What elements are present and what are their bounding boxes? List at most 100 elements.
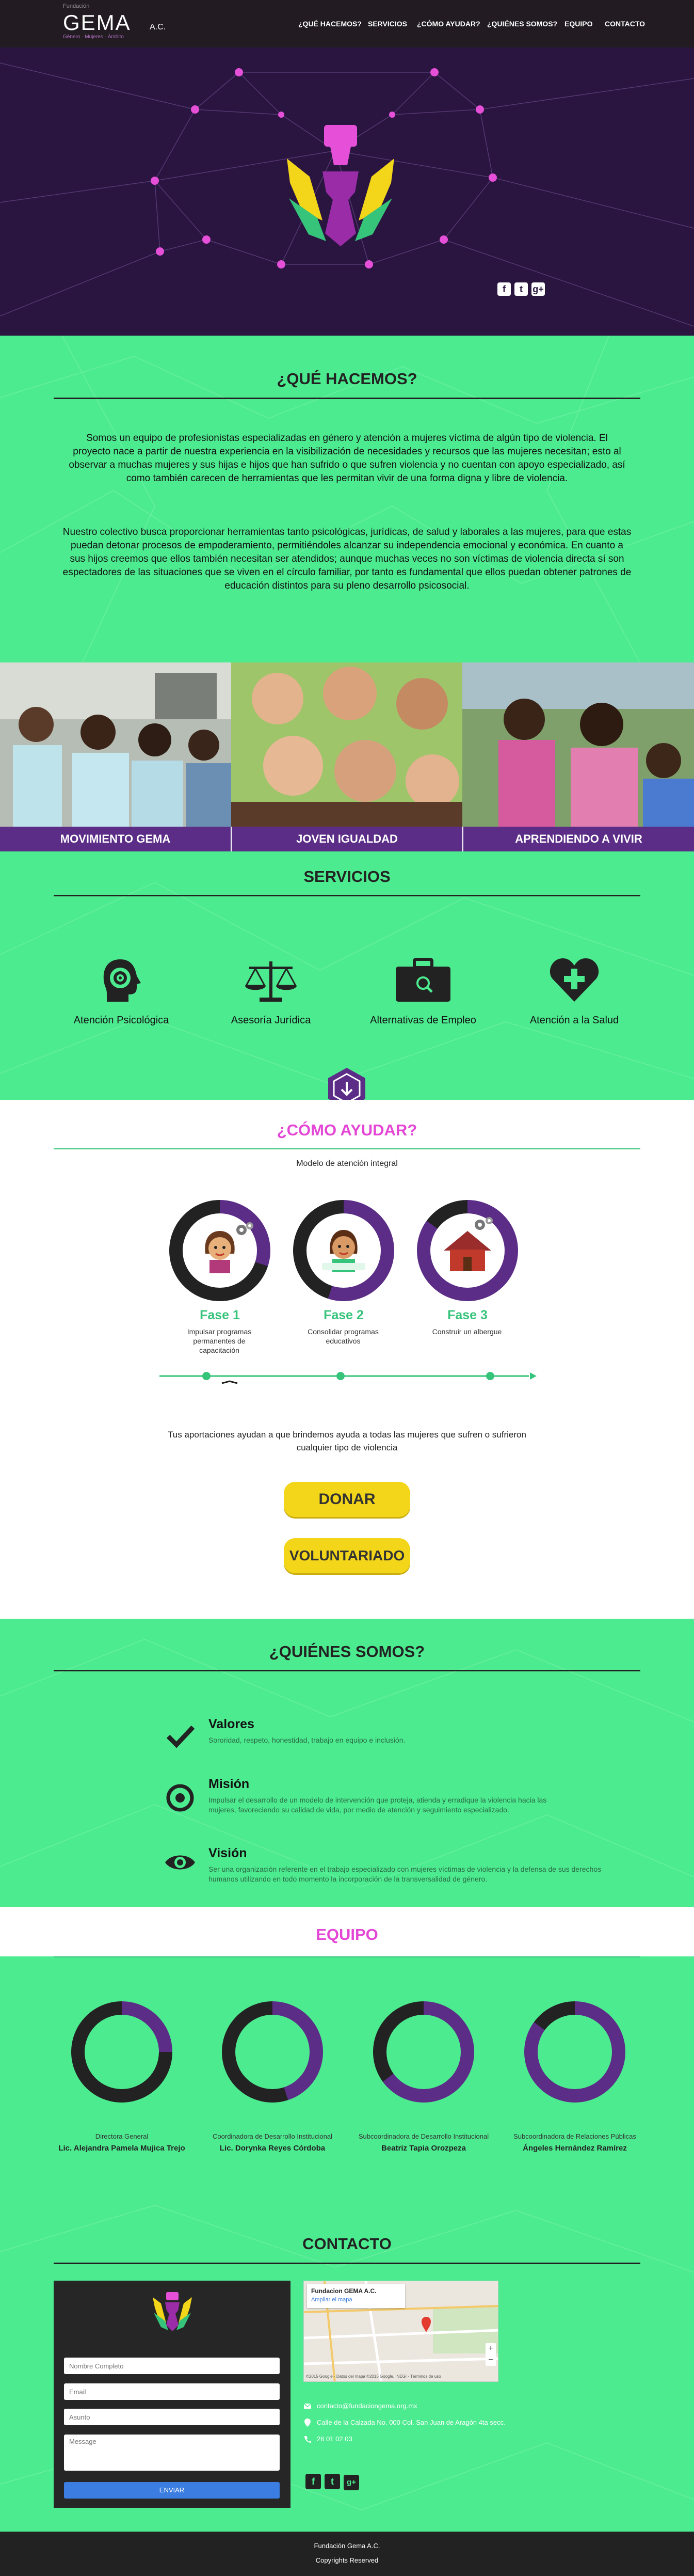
contact-social-links: f t g+ — [305, 2474, 363, 2490]
map-zoom-controls[interactable]: + − — [486, 2343, 496, 2366]
gears-icon — [236, 1222, 253, 1235]
valores-title: Valores — [208, 1717, 254, 1731]
member-2-role: Coordinadora de Desarrollo Institucional — [213, 2132, 332, 2140]
facebook-icon[interactable]: f — [305, 2474, 321, 2489]
house-icon — [444, 1231, 491, 1271]
donar-button[interactable]: DONAR — [284, 1482, 410, 1517]
como-ayudar-subtitle: Modelo de atención integral — [296, 1159, 398, 1168]
contact-phone: 26 01 02 03 — [317, 2435, 352, 2443]
section-servicios: SERVICIOS Atención Psicológica Asesoría … — [0, 851, 694, 1100]
hero-banner: f t g+ — [0, 48, 694, 336]
fase-2-desc: Consolidar programas educativos — [308, 1327, 379, 1345]
briefcase-icon[interactable] — [395, 957, 451, 1003]
program-label-1[interactable]: MOVIMIENTO GEMA — [0, 827, 231, 851]
member-1-photo-ring — [71, 2001, 172, 2103]
section-quienes-somos: ¿QUIÉNES SOMOS? Valores Sororidad, respe… — [0, 1619, 694, 1907]
checkmark-icon — [166, 1725, 195, 1748]
map-enlarge-link[interactable]: Ampliar el mapa — [311, 2297, 401, 2303]
que-hacemos-paragraph-1: Somos un equipo de profesionistas especi… — [69, 433, 625, 484]
que-hacemos-title: ¿QUÉ HACEMOS? — [277, 370, 417, 388]
nav-contacto[interactable]: CONTACTO — [605, 20, 645, 28]
valores-text: Sororidad, respeto, honestidad, trabajo … — [208, 1736, 406, 1744]
member-3-name: Beatriz Tapia Orozpeza — [381, 2144, 466, 2153]
submit-button[interactable]: ENVIAR — [64, 2482, 280, 2499]
member-3-photo-ring — [373, 2001, 474, 2103]
mail-icon — [303, 2403, 312, 2409]
group-photo-image — [0, 662, 231, 827]
title-divider — [54, 895, 640, 896]
fase-1-ring — [169, 1200, 270, 1301]
program-label-3[interactable]: APRENDIENDO A VIVIR — [463, 827, 694, 851]
hero-social-links: f t g+ — [497, 282, 548, 296]
section-que-hacemos: ¿QUÉ HACEMOS? Somos un equipo de profesi… — [0, 336, 694, 662]
service-label-juridica: Asesoría Jurídica — [231, 1015, 311, 1026]
member-1-name: Lic. Alejandra Pamela Mujica Trejo — [58, 2144, 185, 2153]
member-2-name: Lic. Dorynka Reyes Córdoba — [219, 2144, 326, 2153]
location-pin-icon — [304, 2419, 311, 2427]
fase-2-ring — [293, 1200, 394, 1301]
twitter-icon[interactable]: t — [325, 2474, 340, 2489]
nav-equipo[interactable]: EQUIPO — [564, 20, 592, 28]
map-info-card: Fundacion GEMA A.C. Ampliar el mapa — [307, 2284, 405, 2308]
fase-3-ring — [417, 1200, 518, 1301]
logo-ac: A.C. — [150, 23, 166, 31]
nav-como-ayudar[interactable]: ¿CÓMO AYUDAR? — [417, 20, 480, 28]
message-textarea[interactable] — [64, 2435, 280, 2471]
gema-emblem — [287, 125, 394, 246]
servicios-title: SERVICIOS — [303, 867, 391, 886]
service-label-empleo: Alternativas de Empleo — [370, 1015, 476, 1026]
title-divider — [54, 1956, 640, 1957]
name-input[interactable] — [64, 2358, 280, 2374]
vision-text: Ser una organización referente en el tra… — [208, 1865, 602, 1883]
logo-small-text: Fundación — [63, 3, 90, 9]
fase-3-desc: Construir un albergue — [432, 1327, 502, 1336]
service-label-salud: Atención a la Salud — [529, 1015, 619, 1026]
title-divider — [54, 1148, 640, 1149]
nav-quienes-somos[interactable]: ¿QUIÉNES SOMOS? — [487, 20, 557, 28]
background-pattern — [0, 1639, 694, 1888]
footer-copyright: Copyrights Reserved — [315, 2556, 379, 2564]
footer-org-name: Fundación Gema A.C. — [314, 2542, 380, 2550]
member-4-role: Subcoordinadora de Relaciones Públicas — [513, 2132, 636, 2140]
como-ayudar-title: ¿CÓMO AYUDAR? — [277, 1121, 417, 1139]
equipo-title: EQUIPO — [316, 1925, 378, 1943]
subject-input[interactable] — [64, 2409, 280, 2425]
family-photo-image — [462, 662, 694, 827]
nav-servicios[interactable]: SERVICIOS — [368, 20, 407, 28]
head-spiral-icon[interactable] — [101, 957, 142, 1003]
googleplus-icon[interactable]: g+ — [531, 282, 545, 296]
mision-title: Misión — [208, 1777, 250, 1791]
map-embed[interactable]: Fundacion GEMA A.C. Ampliar el mapa ©201… — [303, 2281, 498, 2382]
email-input[interactable] — [64, 2383, 280, 2400]
member-1-role: Directora General — [95, 2132, 149, 2140]
footer: Fundación Gema A.C. Copyrights Reserved — [0, 2532, 694, 2576]
section-contacto: CONTACTO ENVIAR — [0, 2195, 694, 2532]
heart-plus-icon[interactable] — [550, 957, 599, 1003]
fase-3-title: Fase 3 — [447, 1308, 488, 1322]
program-label-2[interactable]: JOVEN IGUALDAD — [232, 827, 462, 851]
network-graphic — [0, 62, 694, 327]
member-2-photo-ring — [222, 2001, 323, 2103]
map-credits: ©2015 Google · Datos del mapa ©2015 Goog… — [306, 2374, 441, 2379]
gears-icon — [475, 1217, 493, 1230]
contact-email[interactable]: contacto@fundaciongema.org.mx — [317, 2402, 417, 2410]
logo-tagline: Género · Mujeres · Ámbito — [63, 34, 124, 40]
contacto-title: CONTACTO — [302, 2235, 392, 2253]
scales-icon[interactable] — [245, 957, 297, 1003]
mision-text: Impulsar el desarrollo de un modelo de i… — [208, 1796, 547, 1814]
top-navigation-bar: Fundación GEMA A.C. Género · Mujeres · Á… — [0, 0, 694, 48]
contact-address: Calle de la Calzada No. 000 Col. San Jua… — [317, 2419, 506, 2426]
section-equipo: EQUIPO Directora General Coordinadora de… — [0, 1907, 694, 2195]
title-divider — [54, 2263, 640, 2264]
fase-1-title: Fase 1 — [200, 1308, 240, 1322]
target-icon — [166, 1784, 194, 1812]
logo-wordmark[interactable]: GEMA — [63, 10, 131, 35]
member-4-name: Ángeles Hernández Ramírez — [523, 2144, 627, 2153]
googleplus-icon[interactable]: g+ — [344, 2475, 359, 2490]
gema-logo-icon — [153, 2292, 192, 2331]
voluntariado-button[interactable]: VOLUNTARIADO — [284, 1538, 410, 1573]
quienes-somos-title: ¿QUIÉNES SOMOS? — [269, 1642, 425, 1661]
nav-que-hacemos[interactable]: ¿QUÉ HACEMOS? — [298, 20, 362, 28]
facebook-icon[interactable]: f — [497, 282, 511, 296]
twitter-icon[interactable]: t — [514, 282, 528, 296]
